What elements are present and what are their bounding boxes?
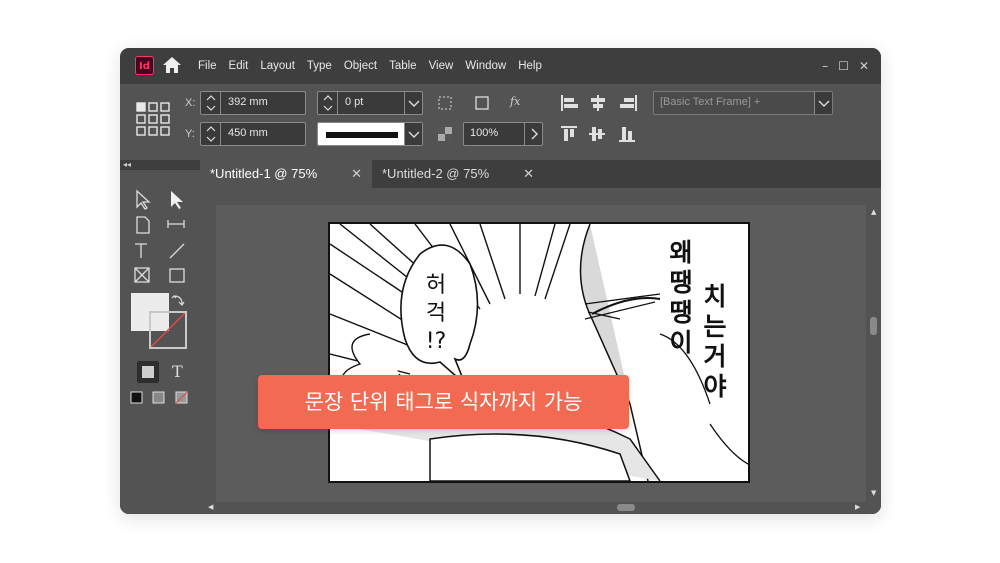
menu-help[interactable]: Help	[518, 60, 542, 72]
caption-char: 왜	[669, 238, 693, 267]
caption-char: 야	[703, 372, 727, 401]
maximize-button[interactable]: ☐	[838, 59, 849, 73]
y-stepper-icon[interactable]	[201, 123, 221, 145]
feature-banner: 문장 단위 태그로 식자까지 가능	[258, 375, 629, 429]
menu-object[interactable]: Object	[344, 60, 377, 72]
menu-edit[interactable]: Edit	[229, 60, 249, 72]
scroll-down-icon[interactable]: ▼	[871, 489, 876, 497]
caption-char: 는	[703, 312, 727, 341]
stroke-type-field[interactable]	[317, 122, 423, 146]
tool-icons[interactable]	[132, 188, 192, 288]
chevron-down-icon[interactable]	[404, 92, 422, 114]
align-icons-row-2[interactable]	[560, 125, 640, 143]
menu-table[interactable]: Table	[389, 60, 417, 72]
stroke-stepper-icon[interactable]	[318, 92, 338, 114]
chevron-right-icon[interactable]	[524, 123, 542, 145]
y-label: Y:	[185, 128, 195, 140]
formatting-text-icon[interactable]: T	[172, 362, 183, 381]
stroke-box-icon[interactable]	[475, 96, 489, 110]
document-page[interactable]: 허 걱 !? 왜 땡 땡 이 치 는 거 야	[328, 222, 750, 483]
menu-file[interactable]: File	[198, 60, 217, 72]
reference-point-icon[interactable]	[136, 102, 170, 136]
scroll-up-icon[interactable]: ▲	[871, 208, 876, 216]
scroll-thumb[interactable]	[870, 317, 877, 335]
vertical-caption-right: 치 는 거 야	[698, 282, 732, 402]
x-stepper-icon[interactable]	[201, 92, 221, 114]
close-icon[interactable]: ✕	[351, 160, 362, 188]
menu-window[interactable]: Window	[465, 60, 506, 72]
x-field[interactable]: 392 mm	[200, 91, 306, 115]
scroll-thumb-h[interactable]	[617, 504, 635, 511]
stroke-weight-value: 0 pt	[345, 96, 364, 108]
scroll-right-icon[interactable]: ▶	[855, 503, 860, 511]
menu-view[interactable]: View	[429, 60, 454, 72]
app-logo: Id	[135, 56, 154, 75]
speech-bubble-text: 허 걱 !?	[416, 272, 456, 356]
vertical-scrollbar[interactable]: ▲ ▼	[866, 205, 881, 502]
chevron-down-icon[interactable]	[404, 123, 422, 145]
menu-layout[interactable]: Layout	[260, 60, 295, 72]
minimize-button[interactable]: –	[822, 59, 828, 73]
stroke-swatch[interactable]	[149, 311, 187, 349]
frame-select-icon[interactable]	[438, 96, 452, 110]
tab-label: *Untitled-2 @ 75%	[382, 166, 490, 181]
control-panel: X: 392 mm Y: 450 mm 0 pt fx 100% [Basic …	[120, 84, 881, 160]
chevron-down-icon[interactable]	[814, 92, 832, 114]
caption-char: 땡	[669, 268, 693, 297]
y-value: 450 mm	[228, 127, 268, 139]
app-window: Id File Edit Layout Type Object Table Vi…	[120, 48, 881, 514]
stroke-weight-field[interactable]: 0 pt	[317, 91, 423, 115]
bubble-line-1: 허	[425, 273, 447, 298]
object-style-dropdown[interactable]: [Basic Text Frame] +	[653, 91, 833, 115]
y-field[interactable]: 450 mm	[200, 122, 306, 146]
stroke-line-preview	[326, 132, 398, 138]
document-tab-bar: *Untitled-1 @ 75% ✕ *Untitled-2 @ 75% ✕	[200, 160, 881, 188]
horizontal-scrollbar[interactable]: ◀ ▶	[200, 502, 881, 514]
collapse-panel-icon[interactable]: ◂◂	[120, 160, 200, 170]
tab-untitled-2[interactable]: *Untitled-2 @ 75% ✕	[372, 160, 544, 188]
close-button[interactable]: ✕	[859, 59, 869, 73]
swap-icon[interactable]	[171, 294, 185, 308]
bubble-line-3: !?	[425, 329, 447, 354]
bubble-line-2: 걱	[425, 301, 447, 326]
opacity-value: 100%	[470, 127, 499, 139]
x-label: X:	[185, 97, 196, 109]
window-controls: – ☐ ✕	[822, 48, 869, 84]
view-mode-icons[interactable]	[130, 391, 194, 405]
caption-char: 이	[669, 328, 693, 357]
caption-char: 거	[703, 342, 727, 371]
tab-label: *Untitled-1 @ 75%	[210, 166, 318, 181]
fx-icon[interactable]: fx	[510, 95, 520, 108]
vertical-caption-left: 왜 땡 땡 이	[664, 238, 698, 358]
tab-untitled-1[interactable]: *Untitled-1 @ 75% ✕	[200, 160, 372, 188]
menu-type[interactable]: Type	[307, 60, 332, 72]
caption-char: 치	[703, 282, 727, 311]
scroll-left-icon[interactable]: ◀	[208, 503, 213, 511]
opacity-field[interactable]: 100%	[463, 122, 543, 146]
x-value: 392 mm	[228, 96, 268, 108]
align-icons-row-1[interactable]	[560, 94, 640, 112]
menu-bar: File Edit Layout Type Object Table View …	[198, 48, 554, 84]
caption-char: 땡	[669, 298, 693, 327]
formatting-container-icon[interactable]	[137, 361, 159, 383]
home-icon[interactable]	[162, 56, 182, 78]
object-style-value: [Basic Text Frame] +	[660, 96, 761, 108]
transparency-icon[interactable]	[438, 127, 452, 141]
close-icon[interactable]: ✕	[523, 160, 534, 188]
title-bar: Id File Edit Layout Type Object Table Vi…	[120, 48, 881, 84]
